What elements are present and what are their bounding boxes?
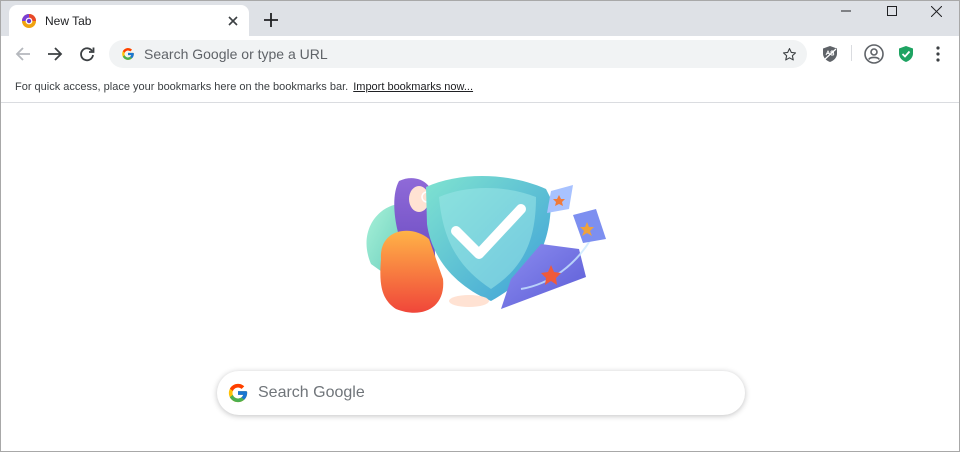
new-tab-button[interactable] xyxy=(259,8,283,32)
toolbar-separator xyxy=(851,45,852,61)
shield-check-icon xyxy=(899,46,913,62)
forward-button[interactable] xyxy=(41,40,69,68)
browser-logo-icon xyxy=(21,13,37,29)
maximize-button[interactable] xyxy=(869,1,915,21)
toolbar xyxy=(1,36,959,72)
reload-icon xyxy=(80,47,95,62)
minimize-icon xyxy=(841,10,851,12)
arrow-left-icon xyxy=(15,47,30,61)
browser-window: New Tab Search Google or type a URL For … xyxy=(0,0,960,452)
bookmark-star-icon[interactable] xyxy=(775,40,803,68)
back-button[interactable] xyxy=(9,40,37,68)
close-window-button[interactable] xyxy=(913,1,959,21)
maximize-icon xyxy=(887,6,897,16)
ntp-search-input[interactable] xyxy=(258,384,745,402)
menu-button[interactable] xyxy=(924,40,952,68)
tab-new-tab[interactable]: New Tab xyxy=(9,5,249,36)
omnibox-input[interactable] xyxy=(144,46,775,62)
minimize-button[interactable] xyxy=(823,1,869,21)
tab-close-icon[interactable] xyxy=(223,11,243,31)
profile-button[interactable] xyxy=(860,40,888,68)
shield-adblock-icon xyxy=(823,46,837,62)
reload-button[interactable] xyxy=(73,40,101,68)
profile-avatar-icon xyxy=(864,44,884,64)
close-icon xyxy=(930,5,942,17)
omnibox[interactable] xyxy=(109,40,807,68)
google-g-icon xyxy=(227,382,249,404)
ntp-search-box[interactable] xyxy=(217,371,745,415)
bookmarks-bar-message: For quick access, place your bookmarks h… xyxy=(15,81,349,93)
bookmarks-bar: For quick access, place your bookmarks h… xyxy=(1,72,959,103)
new-tab-page xyxy=(1,104,959,451)
import-bookmarks-link[interactable]: Import bookmarks now... xyxy=(353,81,473,93)
arrow-right-icon xyxy=(48,47,63,61)
google-g-icon xyxy=(121,47,135,61)
adblock-extension-button[interactable] xyxy=(816,40,844,68)
security-extension-button[interactable] xyxy=(892,40,920,68)
tab-strip: New Tab xyxy=(1,1,959,36)
kebab-menu-icon xyxy=(936,46,940,62)
security-illustration xyxy=(351,169,611,329)
plus-icon xyxy=(264,13,278,27)
tab-title: New Tab xyxy=(45,13,92,28)
